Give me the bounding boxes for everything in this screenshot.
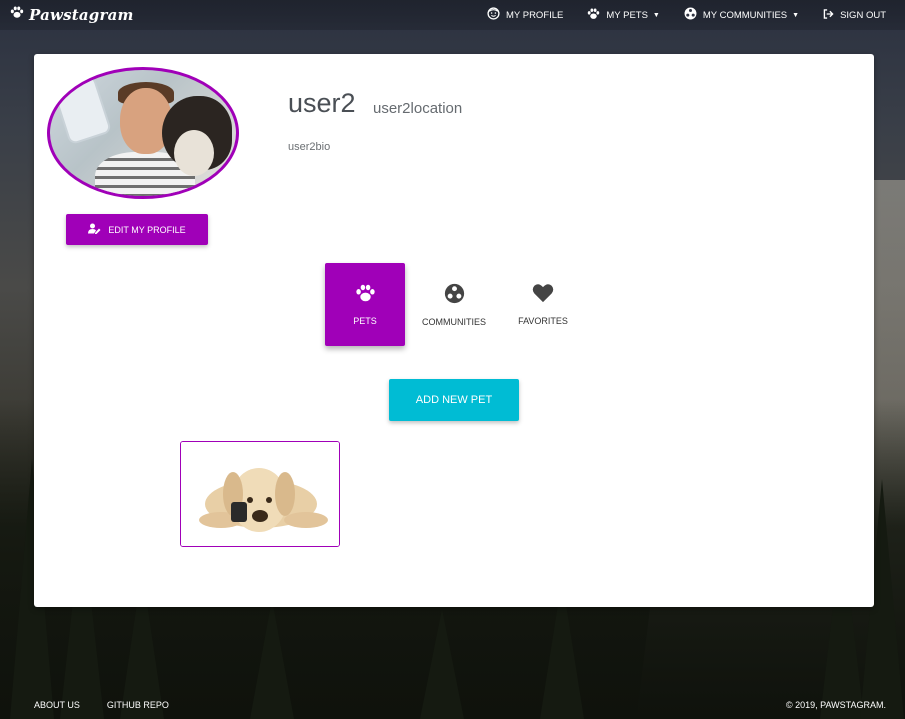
tab-communities[interactable]: COMMUNITIES xyxy=(414,263,494,346)
profile-avatar xyxy=(47,67,239,199)
heart-icon xyxy=(532,283,554,305)
communities-icon xyxy=(684,7,697,23)
profile-card: user2 user2location user2bio EDIT MY PRO… xyxy=(34,54,874,607)
brand-logo[interactable]: Pawstagram xyxy=(10,6,134,24)
brand-name: Pawstagram xyxy=(29,6,134,24)
nav-sign-out-label: SIGN OUT xyxy=(840,9,886,21)
footer-copyright: © 2019, PAWSTAGRAM. xyxy=(786,699,886,710)
tab-pets-label: PETS xyxy=(353,315,377,326)
profile-tabs: PETS COMMUNITIES FAVORITES xyxy=(325,263,592,346)
nav-my-profile-label: MY PROFILE xyxy=(506,9,564,21)
paw-icon xyxy=(355,284,376,305)
paw-icon xyxy=(10,6,24,24)
edit-profile-label: EDIT MY PROFILE xyxy=(108,224,186,235)
tab-favorites[interactable]: FAVORITES xyxy=(503,263,583,346)
nav-sign-out[interactable]: SIGN OUT xyxy=(811,8,891,22)
edit-profile-button[interactable]: EDIT MY PROFILE xyxy=(66,214,208,245)
tab-pets[interactable]: PETS xyxy=(325,263,405,346)
user-edit-icon xyxy=(88,223,101,236)
profile-location: user2location xyxy=(373,100,463,117)
nav-my-pets-label: MY PETS xyxy=(606,9,648,21)
caret-down-icon: ▼ xyxy=(792,11,800,19)
face-icon xyxy=(487,7,500,23)
caret-down-icon: ▼ xyxy=(652,11,660,19)
nav-my-profile[interactable]: MY PROFILE xyxy=(475,7,575,23)
tab-favorites-label: FAVORITES xyxy=(518,316,568,326)
add-new-pet-button[interactable]: ADD NEW PET xyxy=(389,379,519,421)
profile-bio: user2bio xyxy=(288,141,331,153)
tab-communities-label: COMMUNITIES xyxy=(422,316,486,327)
nav-my-communities-label: MY COMMUNITIES xyxy=(702,9,788,21)
profile-username: user2 xyxy=(288,88,356,118)
sign-out-icon xyxy=(823,8,834,22)
dog-photo xyxy=(181,442,339,546)
footer-github-link[interactable]: GITHUB REPO xyxy=(107,700,169,710)
footer: ABOUT US GITHUB REPO © 2019, PAWSTAGRAM. xyxy=(0,690,905,719)
footer-about-link[interactable]: ABOUT US xyxy=(34,700,80,710)
nav-my-communities[interactable]: MY COMMUNITIES ▼ xyxy=(672,7,811,23)
paw-icon xyxy=(587,7,600,23)
communities-icon xyxy=(444,283,465,306)
pet-thumbnail[interactable] xyxy=(180,441,340,547)
navbar: Pawstagram MY PROFILE MY PETS ▼ MY COMMU… xyxy=(0,0,905,30)
nav-my-pets[interactable]: MY PETS ▼ xyxy=(575,7,671,23)
